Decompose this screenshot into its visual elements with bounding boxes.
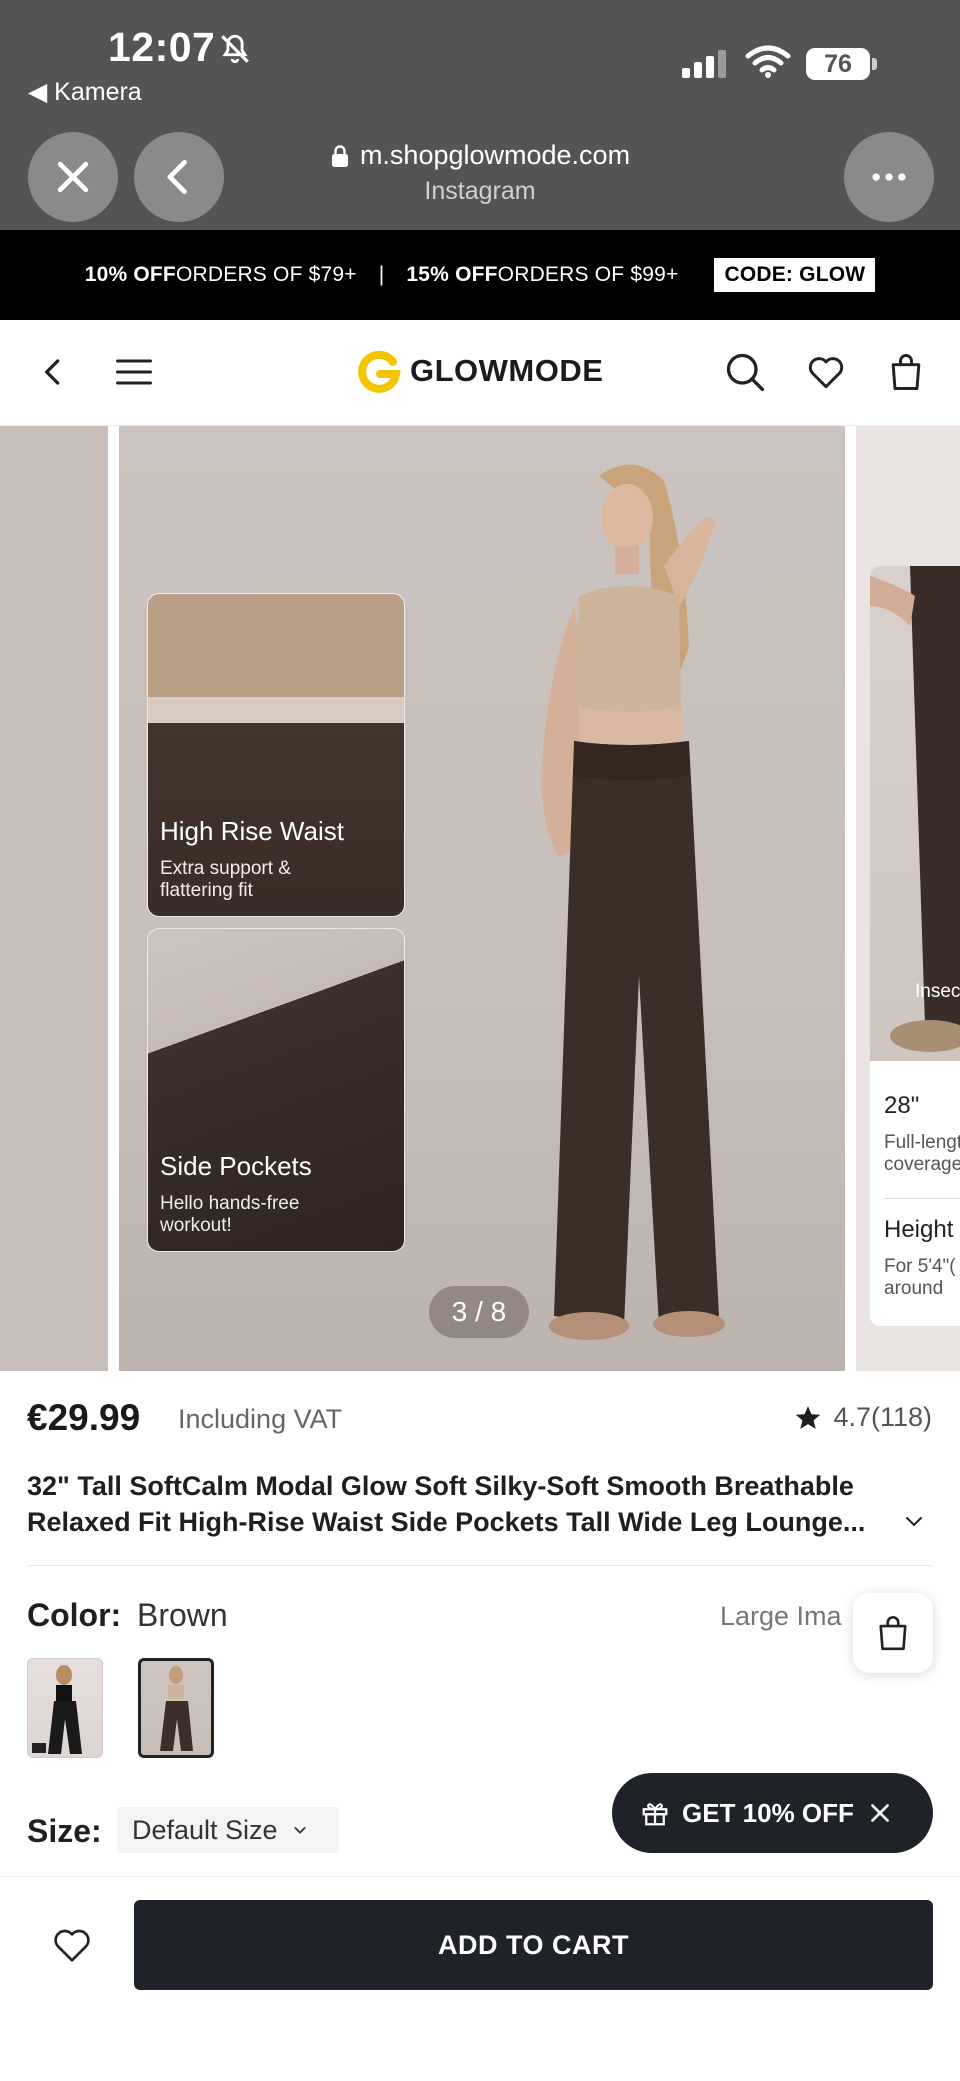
search-icon <box>726 353 765 392</box>
site-header: GLOWMODE <box>0 320 960 426</box>
promo-separator: | <box>378 263 385 286</box>
gallery-slide-previous[interactable] <box>0 426 108 1371</box>
product-info-panel: €29.99 Including VAT 4.7(118) 32" Tall S… <box>0 1371 960 1876</box>
silent-bell-icon <box>221 34 249 64</box>
menu-button[interactable] <box>108 346 160 398</box>
chevron-left-icon <box>167 159 187 195</box>
rating-value: 4.7(118) <box>833 1402 932 1432</box>
promo-offer1-strong: 10% OFF <box>84 263 176 286</box>
battery-nub <box>872 58 877 70</box>
next-slide-height-desc-2: around <box>884 1278 944 1299</box>
next-slide-length-desc-1: Full-lengt <box>884 1132 960 1153</box>
search-button[interactable] <box>719 346 771 398</box>
product-price: €29.99 <box>27 1397 141 1438</box>
floating-cart-button[interactable] <box>853 1593 933 1673</box>
wishlist-header-button[interactable] <box>800 346 852 398</box>
close-icon <box>57 161 89 193</box>
shopping-bag-icon <box>891 354 921 390</box>
product-title: 32" Tall SoftCalm Modal Glow Soft Silky-… <box>27 1471 866 1537</box>
promo-offer2-strong: 15% OFF <box>406 263 498 286</box>
brand-logo[interactable]: GLOWMODE <box>356 348 603 394</box>
color-value: Brown <box>137 1597 228 1633</box>
close-icon[interactable] <box>867 1800 893 1826</box>
detail-card-side-pockets: Side Pockets Hello hands-free workout! <box>147 928 405 1252</box>
url-text: m.shopglowmode.com <box>359 140 631 170</box>
next-slide-length: 28" <box>884 1092 920 1119</box>
heart-icon <box>808 357 844 389</box>
next-slide-photo: Insec <box>870 566 960 1061</box>
swatch-thumbnail <box>32 1665 82 1754</box>
status-time: 12:07 <box>108 24 216 70</box>
promo-banner: 10% OFF ORDERS OF $79+ | 15% OFF ORDERS … <box>0 230 960 320</box>
chevron-down-icon[interactable] <box>902 1509 926 1533</box>
product-gallery[interactable]: High Rise Waist Extra support & flatteri… <box>0 426 960 1371</box>
cellular-signal-icon <box>682 50 726 78</box>
bottom-action-bar: ADD TO CART <box>0 1876 960 2081</box>
next-slide-divider <box>884 1198 960 1199</box>
heart-icon <box>54 1929 90 1962</box>
swatch-thumbnail <box>160 1666 193 1751</box>
promo-code: CODE: GLOW <box>714 258 876 292</box>
shopping-bag-icon <box>879 1616 907 1651</box>
detail-card-subtitle: Extra support & flattering fit <box>160 858 291 901</box>
brand-name: GLOWMODE <box>410 353 604 388</box>
color-swatch-black[interactable] <box>27 1658 103 1758</box>
detail-card-title: Side Pockets <box>160 1151 312 1181</box>
back-to-app-link[interactable]: ◀ Kamera <box>28 77 142 107</box>
color-label: Color: <box>27 1597 122 1633</box>
gallery-slide-next[interactable]: Insec 28" Full-lengt coverage Height For… <box>856 426 960 1371</box>
chevron-down-icon <box>294 1827 306 1834</box>
detail-card-high-rise: High Rise Waist Extra support & flatteri… <box>147 593 405 917</box>
next-slide-height-label: Height <box>884 1216 954 1243</box>
address-bar[interactable]: m.shopglowmode.com Instagram <box>260 140 700 206</box>
vat-note: Including VAT <box>178 1404 343 1434</box>
next-slide-length-desc-2: coverage <box>884 1154 960 1175</box>
browser-chrome: 12:07 ◀ Kamera 76 m.shopglowmode.com Ins… <box>0 0 960 230</box>
glowmode-logo-icon <box>358 350 401 393</box>
size-select[interactable]: Default Size <box>117 1807 339 1853</box>
chevron-left-icon <box>45 359 60 385</box>
wishlist-button[interactable] <box>42 1915 102 1975</box>
slide-counter: 3 / 8 <box>429 1286 529 1338</box>
promo-offer1-rest: ORDERS OF $79+ <box>175 263 357 286</box>
browser-back-button[interactable] <box>134 132 224 222</box>
close-tab-button[interactable] <box>28 132 118 222</box>
model-photo <box>541 464 725 1340</box>
gift-icon <box>642 1803 668 1826</box>
more-options-button[interactable] <box>844 132 934 222</box>
product-rating[interactable]: 4.7(118) <box>793 1402 932 1433</box>
color-swatch-brown[interactable] <box>138 1658 214 1758</box>
detail-card-title: High Rise Waist <box>160 816 344 846</box>
promo-offer2-rest: ORDERS OF $99+ <box>497 263 679 286</box>
discount-pill[interactable]: GET 10% OFF <box>612 1773 933 1853</box>
back-button[interactable] <box>28 346 80 398</box>
next-slide-inseam-label: Insec <box>915 981 960 1002</box>
battery-level: 76 <box>806 48 870 80</box>
add-to-cart-button[interactable]: ADD TO CART <box>134 1900 933 1990</box>
gallery-slide-current[interactable]: High Rise Waist Extra support & flatteri… <box>119 426 845 1371</box>
size-select-value: Default Size <box>132 1814 278 1845</box>
hamburger-menu-icon <box>116 359 152 385</box>
url-source: Instagram <box>424 177 536 205</box>
next-slide-height-desc-1: For 5'4"( <box>884 1256 956 1277</box>
divider <box>27 1565 933 1566</box>
detail-card-subtitle: Hello hands-free workout! <box>160 1193 300 1236</box>
size-label: Size: <box>27 1813 102 1849</box>
discount-pill-label: GET 10% OFF <box>682 1797 854 1828</box>
wifi-icon <box>745 45 791 78</box>
lock-icon <box>331 144 348 167</box>
ellipsis-icon <box>872 173 906 181</box>
cart-header-button[interactable] <box>880 346 932 398</box>
large-image-link[interactable]: Large Ima <box>720 1601 854 1632</box>
star-icon <box>796 1405 821 1429</box>
